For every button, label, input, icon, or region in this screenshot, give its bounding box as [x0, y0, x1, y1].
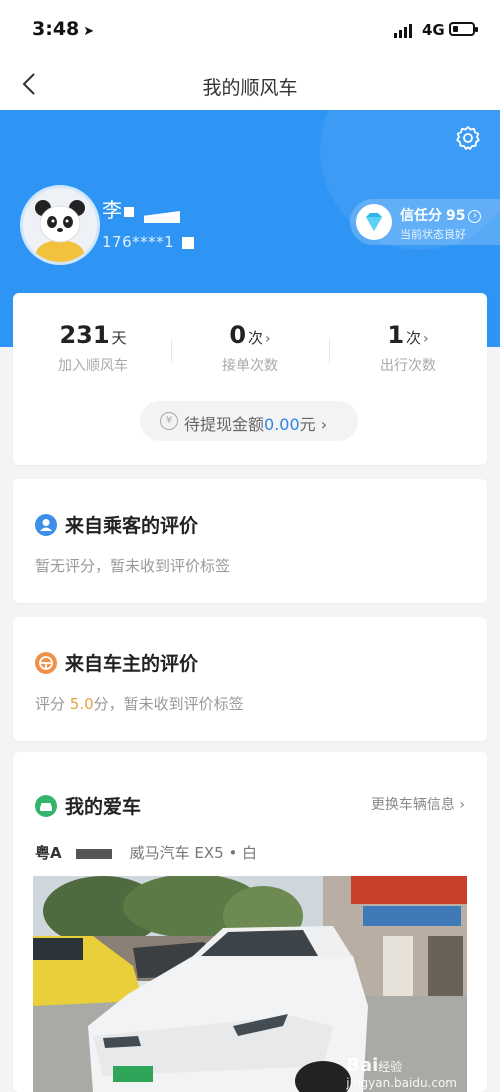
redacted-mark: [144, 211, 180, 223]
location-arrow-icon: ➤: [83, 24, 95, 39]
car-model: 威马汽车 EX5 • 白: [129, 844, 258, 862]
credit-label: 信任分 95 ›: [400, 205, 482, 225]
person-icon: [35, 514, 57, 536]
car-icon: [35, 795, 57, 817]
watermark: Bai经验 jingyan.baidu.com: [346, 1055, 457, 1090]
stat-trips[interactable]: 1 次 › 出行次数: [333, 321, 483, 375]
chevron-right-icon: ›: [468, 209, 482, 223]
panda-avatar-icon: [23, 188, 97, 262]
stats-card: 231 天 加入顺风车 0 次 › 接单次数 1 次 › 出行次数 ¥ 待提现金额0.00…: [13, 293, 487, 465]
credit-score-badge[interactable]: 信任分 95 › 当前状态良好: [350, 199, 500, 245]
owner-eval-card[interactable]: 来自车主的评价 评分 5.0分，暂未收到评价标签: [13, 617, 487, 741]
stat-orders[interactable]: 0 次 › 接单次数: [175, 321, 325, 375]
status-bar: 3:48 ➤ 4G: [0, 0, 500, 60]
owner-eval-title: 来自车主的评价: [35, 649, 198, 676]
status-time: 3:48 ➤: [32, 18, 95, 40]
avatar[interactable]: [20, 185, 100, 265]
user-phone: 176****1: [102, 233, 195, 251]
user-name: 李: [102, 194, 134, 223]
nav-bar: 我的顺风车: [0, 60, 500, 110]
plate-row: 粤A 威马汽车 EX5 • 白: [35, 842, 257, 863]
my-car-title: 我的爱车: [35, 792, 141, 819]
signal-icon: [394, 24, 416, 38]
change-car-link[interactable]: 更换车辆信息 ›: [371, 794, 465, 814]
network-type: 4G: [422, 21, 445, 39]
my-car-card: 我的爱车 更换车辆信息 › 粤A 威马汽车 EX5 • 白 Bai经验 jing…: [13, 752, 487, 1092]
yen-icon: ¥: [160, 412, 178, 430]
gear-icon[interactable]: [454, 124, 482, 152]
owner-eval-desc: 评分 5.0分，暂未收到评价标签: [35, 695, 244, 713]
redacted-plate: [75, 848, 112, 859]
stat-days: 231 天 加入顺风车: [58, 321, 128, 374]
battery-icon: [449, 22, 478, 36]
page-title: 我的顺风车: [202, 77, 298, 99]
withdraw-button[interactable]: ¥ 待提现金额0.00元 ›: [140, 401, 358, 441]
passenger-eval-card[interactable]: 来自乘客的评价 暂无评分，暂未收到评价标签: [13, 479, 487, 603]
credit-status: 当前状态良好: [400, 228, 466, 241]
diamond-icon: [356, 204, 392, 240]
passenger-eval-desc: 暂无评分，暂未收到评价标签: [35, 557, 231, 575]
passenger-eval-title: 来自乘客的评价: [35, 511, 198, 538]
car-photo: Bai经验 jingyan.baidu.com: [33, 876, 467, 1092]
plate-prefix: 粤A: [35, 844, 62, 862]
steering-wheel-icon: [35, 652, 57, 674]
